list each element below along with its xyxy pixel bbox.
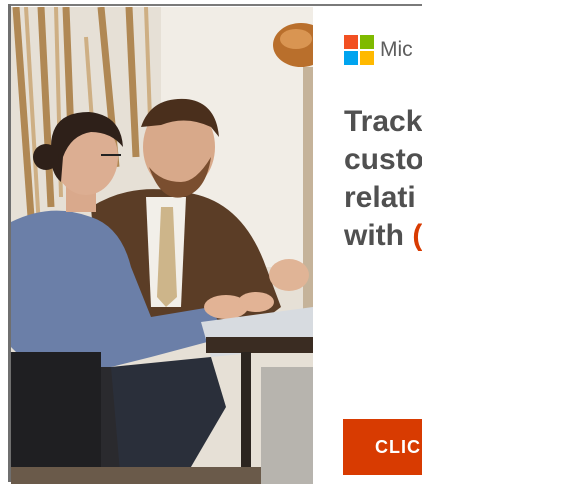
ad-copy-panel[interactable]: Mic Track custo relati with ( CLIC bbox=[313, 7, 422, 484]
headline-line: relati bbox=[344, 181, 416, 214]
headline-line: with ( bbox=[344, 219, 422, 252]
office-meeting-photo bbox=[11, 7, 313, 484]
microsoft-logo-icon bbox=[344, 35, 374, 65]
cta-label: CLIC bbox=[375, 436, 421, 457]
brand-logo[interactable]: Mic bbox=[344, 35, 413, 65]
headline-accent: ( bbox=[412, 219, 422, 252]
headline-line: Track bbox=[344, 105, 422, 138]
ad-headline: Track custo relati with ( bbox=[344, 103, 422, 255]
headline-line: custo bbox=[344, 143, 422, 176]
brand-name: Mic bbox=[380, 38, 413, 61]
cta-button[interactable]: CLIC bbox=[343, 419, 422, 475]
ad-photo[interactable] bbox=[11, 7, 313, 484]
